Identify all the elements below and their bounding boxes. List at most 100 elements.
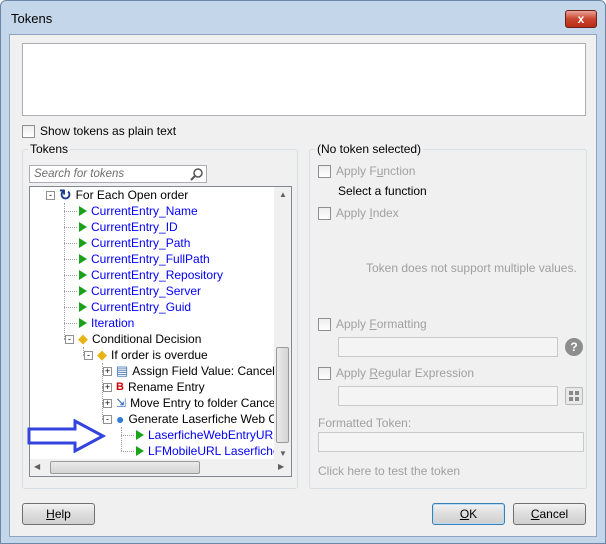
apply-index-row[interactable]: Apply Index (318, 206, 399, 220)
tree-node-label: Iteration (91, 316, 135, 330)
regex-input[interactable] (338, 386, 558, 406)
tree-node[interactable]: - ↻ For Each Open order (46, 187, 188, 204)
tree-connector (64, 323, 77, 324)
assign-field-icon: ▤ (116, 363, 129, 378)
apply-index-checkbox[interactable] (318, 206, 331, 220)
show-plain-text-checkbox[interactable] (22, 124, 35, 138)
scroll-right-icon[interactable]: ▶ (278, 462, 284, 471)
regex-builder-button[interactable] (565, 387, 583, 405)
apply-function-checkbox[interactable] (318, 164, 331, 178)
close-icon: x (577, 12, 585, 26)
token-icon (79, 286, 87, 296)
dialog-body: Show tokens as plain text Tokens Search … (9, 34, 597, 537)
tree-node-label: If order is overdue (111, 348, 208, 362)
token-icon (79, 222, 87, 232)
tree-node-label: Conditional Decision (92, 332, 202, 346)
tree-horizontal-thumb[interactable] (50, 461, 200, 474)
tree-node-label: CurrentEntry_Path (91, 236, 191, 250)
decision-icon: ◆ (78, 331, 88, 346)
apply-formatting-row[interactable]: Apply Formatting (318, 317, 427, 331)
collapse-icon[interactable]: - (46, 190, 55, 200)
token-icon (79, 206, 87, 216)
tree-node[interactable]: CurrentEntry_Path (79, 235, 190, 251)
title-bar: Tokens x (1, 1, 605, 35)
tree-node-label: LaserficheWebEntryURL T (148, 428, 290, 442)
tree-node-label: CurrentEntry_Guid (91, 300, 192, 314)
rename-icon: B (116, 381, 124, 393)
tree-vertical-thumb[interactable] (276, 347, 289, 443)
tree-node[interactable]: Iteration (79, 315, 134, 331)
apply-regex-checkbox[interactable] (318, 366, 331, 380)
tree-node-label: Rename Entry (127, 380, 205, 394)
tree-connector (121, 451, 134, 452)
tree-node[interactable]: CurrentEntry_ID (79, 219, 178, 235)
tree-node[interactable]: - ◆ If order is overdue (84, 347, 208, 363)
tree-connector (64, 275, 77, 276)
multiple-values-message: Token does not support multiple values. (366, 261, 577, 275)
annotation-arrow-icon (27, 419, 107, 453)
decision-icon: ◆ (97, 347, 107, 362)
apply-regex-row[interactable]: Apply Regular Expression (318, 366, 474, 380)
tree-node[interactable]: CurrentEntry_Repository (79, 267, 223, 283)
globe-icon: ● (116, 411, 125, 427)
tree-node[interactable]: CurrentEntry_Server (79, 283, 201, 299)
tree-node-label: Assign Field Value: Cancelled (132, 364, 291, 378)
tree-node-label: Generate Laserfiche Web Client (128, 412, 292, 426)
tree-node-label: LFMobileURL LaserficheW (148, 444, 291, 458)
ok-button[interactable]: OK (432, 503, 505, 525)
tree-node[interactable]: - ◆ Conditional Decision (65, 331, 201, 347)
tree-connector (121, 435, 134, 436)
tree-vertical-scrollbar[interactable]: ▲ ▼ (274, 187, 291, 461)
collapse-icon[interactable]: - (84, 350, 93, 360)
expand-icon[interactable]: + (103, 382, 112, 392)
token-details-group: (No token selected) Apply Function Selec… (309, 142, 587, 489)
apply-formatting-checkbox[interactable] (318, 317, 331, 331)
tree-node[interactable]: LFMobileURL LaserficheW (136, 443, 291, 459)
tree-node[interactable]: CurrentEntry_Name (79, 203, 198, 219)
tokens-dialog: Tokens x Show tokens as plain text Token… (0, 0, 606, 544)
tree-connector (64, 307, 77, 308)
tree-node[interactable]: + ⇲ Move Entry to folder Cancelled (103, 395, 292, 411)
expand-icon[interactable]: + (103, 366, 112, 376)
close-button[interactable]: x (565, 10, 597, 28)
token-icon (79, 254, 87, 264)
search-input[interactable]: Search for tokens (29, 165, 207, 183)
expand-icon[interactable]: + (103, 398, 112, 408)
tree-node[interactable]: LaserficheWebEntryURL T (136, 427, 290, 443)
tree-node-label: CurrentEntry_FullPath (91, 252, 210, 266)
tree-node-label: CurrentEntry_Name (91, 204, 198, 218)
tree-horizontal-scrollbar[interactable]: ◀ ▶ (30, 459, 291, 476)
tree-node[interactable]: - ● Generate Laserfiche Web Client (103, 411, 292, 427)
tree-node[interactable]: CurrentEntry_Guid (79, 299, 191, 315)
tree-node[interactable]: CurrentEntry_FullPath (79, 251, 210, 267)
show-plain-text-row[interactable]: Show tokens as plain text (22, 124, 176, 138)
tree-node-label: CurrentEntry_Server (91, 284, 202, 298)
window-title: Tokens (11, 11, 53, 26)
formatting-input[interactable] (338, 337, 558, 357)
cancel-button[interactable]: Cancel (513, 503, 586, 525)
apply-index-label: Apply Index (336, 206, 399, 220)
tree-node-label: CurrentEntry_ID (91, 220, 178, 234)
apply-formatting-label: Apply Formatting (336, 317, 427, 331)
token-expression-box[interactable] (22, 43, 586, 116)
collapse-icon[interactable]: - (65, 334, 74, 344)
tree-node[interactable]: + ▤ Assign Field Value: Cancelled (103, 363, 291, 379)
token-icon (79, 318, 87, 328)
search-icon[interactable] (190, 167, 204, 181)
scroll-up-icon[interactable]: ▲ (279, 190, 287, 199)
formatting-help-icon[interactable]: ? (565, 338, 583, 356)
help-button[interactable]: Help (22, 503, 95, 525)
loop-icon: ↻ (59, 187, 72, 204)
test-token-link[interactable]: Click here to test the token (318, 464, 460, 478)
show-plain-text-label: Show tokens as plain text (40, 124, 177, 138)
tree-node[interactable]: + B Rename Entry (103, 379, 205, 395)
apply-function-row[interactable]: Apply Function (318, 164, 415, 178)
grid-icon (569, 391, 579, 401)
tree-guide (64, 203, 65, 339)
select-function-text[interactable]: Select a function (338, 184, 427, 198)
tree-guide (121, 427, 122, 451)
tree-connector (64, 259, 77, 260)
scroll-down-icon[interactable]: ▼ (279, 449, 287, 458)
scroll-left-icon[interactable]: ◀ (34, 462, 40, 471)
tree-node-label: Move Entry to folder Cancelled (130, 396, 292, 410)
